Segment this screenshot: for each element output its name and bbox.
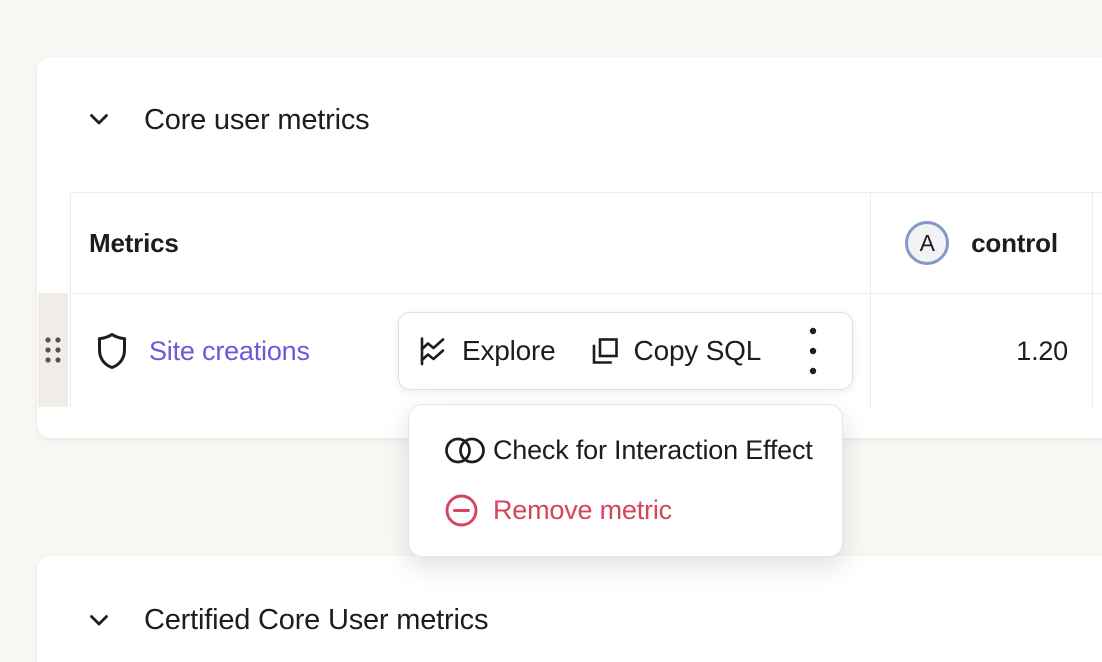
check-interaction-effect-menu-item[interactable]: Check for Interaction Effect [433,429,818,473]
line-chart-icon [416,335,448,367]
collapse-certified-section-button[interactable] [86,607,112,633]
chevron-down-icon [87,608,111,632]
check-interaction-effect-label: Check for Interaction Effect [493,435,813,466]
drag-handle-icon [44,336,62,364]
row-more-actions-button[interactable] [798,324,828,378]
control-column-header: A control [871,193,1093,294]
core-section-title: Core user metrics [144,103,369,137]
venn-circles-icon [445,437,493,464]
shield-icon [96,332,128,370]
control-value-cell: 1.20 [871,294,1093,408]
certified-metrics-card: Certified Core User metrics [37,556,1102,662]
next-column-header-partial [1093,193,1102,294]
control-header-label: control [971,228,1058,259]
variant-a-badge: A [905,221,949,265]
explore-button[interactable]: Explore [416,335,556,367]
metric-name-link[interactable]: Site creations [149,336,310,367]
copy-icon [590,336,620,366]
explore-label: Explore [462,335,556,367]
row-drag-handle[interactable] [38,293,68,407]
control-value: 1.20 [1016,336,1068,367]
minus-circle-icon [445,494,493,527]
copy-sql-button[interactable]: Copy SQL [590,335,762,367]
kebab-menu-icon [809,327,817,375]
metric-row-toolbar: Explore Copy SQL [398,312,853,390]
certified-section-title: Certified Core User metrics [144,603,488,637]
chevron-down-icon [87,107,111,131]
remove-metric-label: Remove metric [493,495,672,526]
row-actions-menu: Check for Interaction Effect Remove metr… [408,404,843,557]
collapse-core-section-button[interactable] [86,106,112,132]
metrics-header-label: Metrics [89,228,179,259]
remove-metric-menu-item[interactable]: Remove metric [433,489,818,533]
copy-sql-label: Copy SQL [634,335,762,367]
experiment-metrics-screen: Core user metrics Metrics A control Site… [0,0,1102,662]
next-value-cell-partial [1093,294,1102,408]
metrics-column-header: Metrics [71,193,871,294]
